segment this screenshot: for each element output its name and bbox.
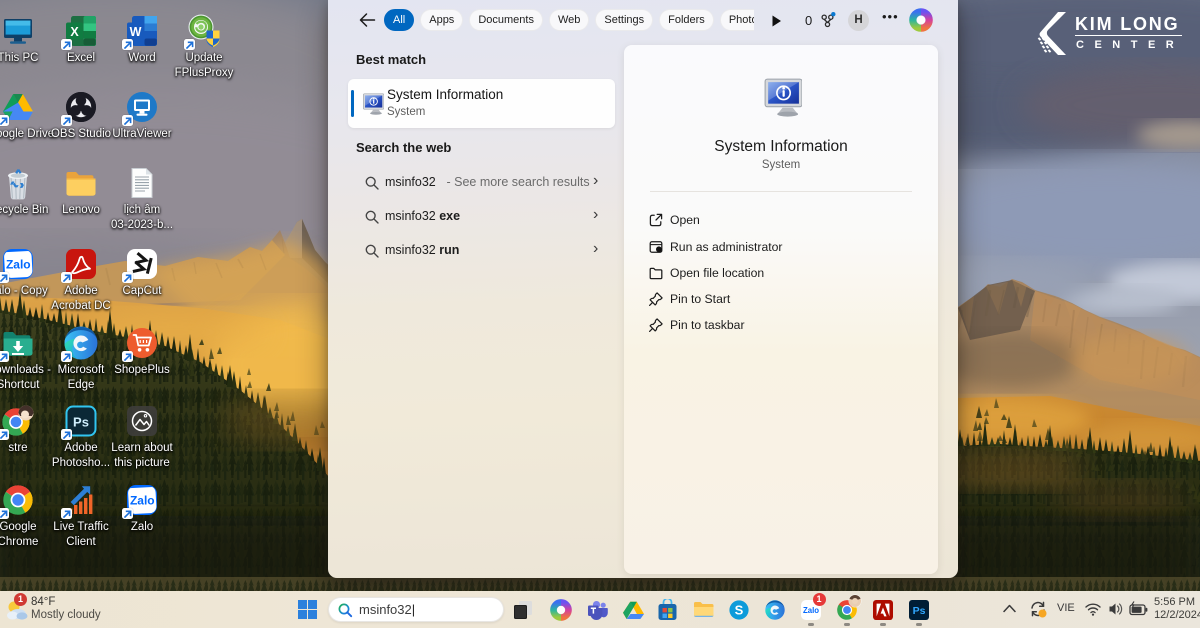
svg-text:Zalo: Zalo [6, 257, 31, 271]
svg-text:Zalo: Zalo [803, 606, 819, 615]
svg-text:W: W [130, 25, 142, 39]
svg-text:Zalo: Zalo [130, 493, 155, 507]
svg-text:X: X [70, 25, 79, 39]
svg-text:Ps: Ps [73, 415, 89, 430]
svg-text:Ps: Ps [913, 605, 926, 617]
svg-text:S: S [735, 603, 744, 618]
